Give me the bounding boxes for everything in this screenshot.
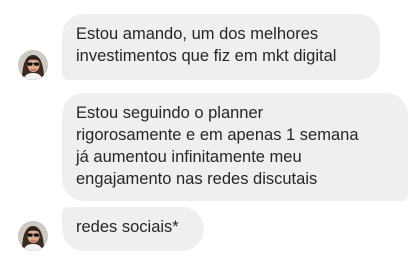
message-text: já aumentou infinitamente meu xyxy=(76,148,302,166)
chat-thread: Estou amando, um dos melhores investimen… xyxy=(0,0,417,259)
message-bubble[interactable]: redes sociais* xyxy=(62,207,204,251)
message-text: investimentos que fiz em mkt digital xyxy=(76,47,337,65)
message-bubble[interactable]: Estou amando, um dos melhores investimen… xyxy=(62,14,380,80)
message-text: rigorosamente e em apenas 1 semana xyxy=(76,126,359,144)
user-avatar-icon xyxy=(18,221,48,251)
message-text: Estou seguindo o planner xyxy=(76,104,264,122)
user-avatar-icon xyxy=(18,50,48,80)
message-text: engajamento nas redes discutais xyxy=(76,170,318,188)
avatar[interactable] xyxy=(18,50,48,80)
message-text: redes sociais* xyxy=(76,218,179,236)
message-text: Estou amando, um dos melhores xyxy=(76,25,319,43)
avatar[interactable] xyxy=(18,221,48,251)
message-bubble[interactable]: Estou seguindo o planner rigorosamente e… xyxy=(62,93,408,201)
